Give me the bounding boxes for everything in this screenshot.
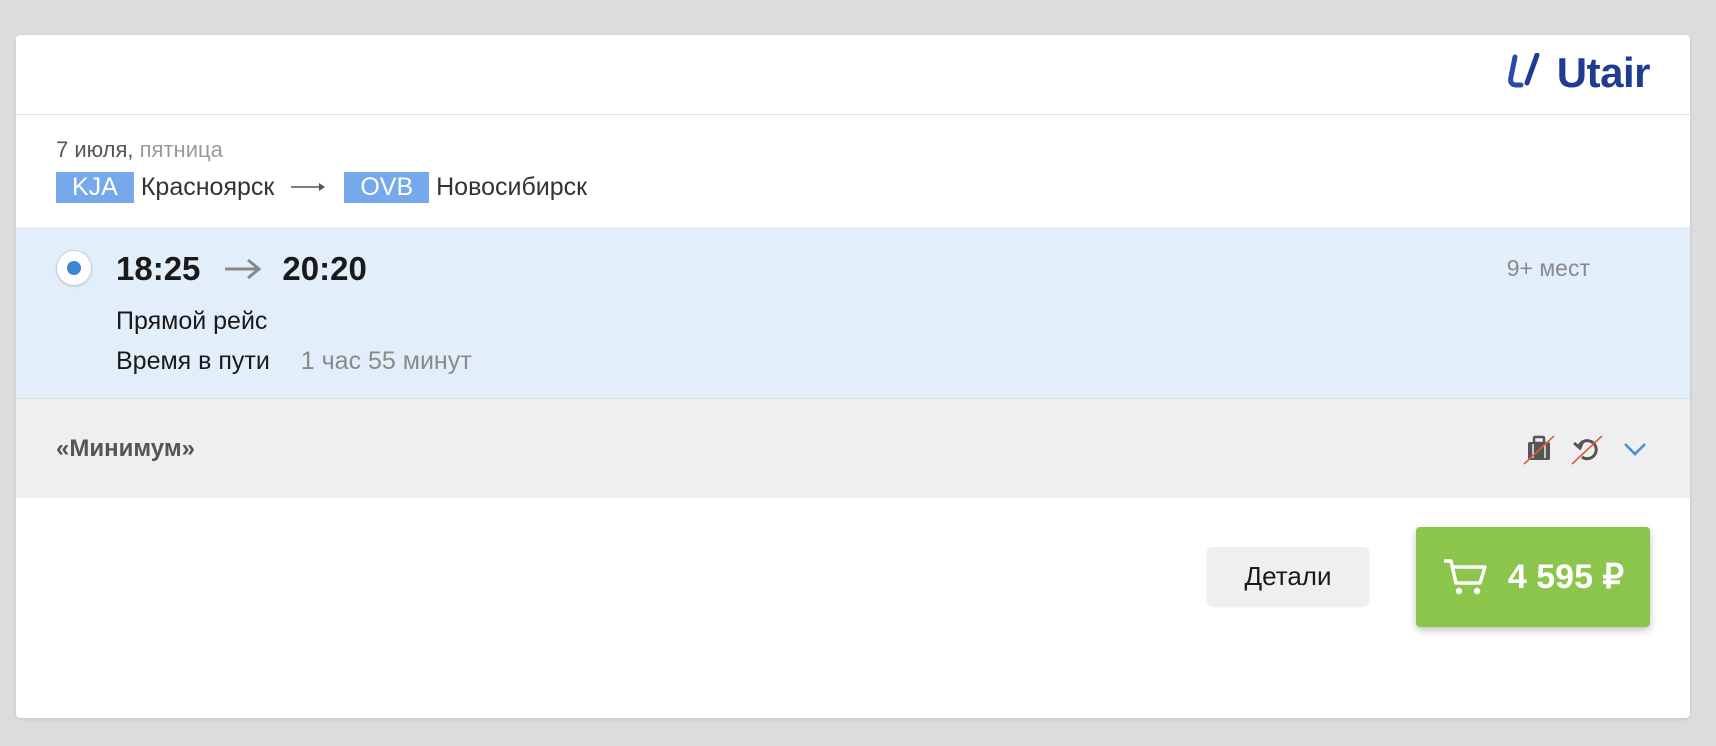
flight-type: Прямой рейс [116,307,268,335]
details-button[interactable]: Детали [1207,547,1369,606]
destination-city: Новосибирск [436,172,588,201]
arrival-time: 20:20 [282,250,367,287]
flight-duration: Время в пути 1 час 55 минут [116,347,472,376]
destination-code-badge: OVB [344,171,430,203]
route-arrow-icon [291,181,327,193]
tariff-icons [1522,431,1652,467]
time-arrow-icon [224,257,262,281]
refund-not-available-icon [1570,431,1604,467]
route-line: KJA Красноярск OVB Новосибирск [56,171,1690,203]
departure-time: 18:25 [116,250,201,287]
flight-select-radio[interactable] [56,250,92,286]
flight-card: Utair 7 июля, пятница KJA Красноярск OVB… [16,35,1690,718]
utair-mark-icon [1507,52,1543,94]
origin-city: Красноярск [140,172,275,201]
weekday: пятница [139,137,223,162]
cart-icon [1442,556,1488,599]
duration-value: 1 час 55 минут [300,347,472,375]
airline-logo: Utair [1507,49,1651,97]
chevron-down-icon[interactable] [1618,431,1652,467]
seats-available: 9+ мест [1506,255,1590,281]
date-value: 7 июля, [56,137,134,162]
tariff-name: «Минимум» [56,435,195,462]
baggage-not-included-icon [1522,431,1556,467]
radio-selected-dot [67,261,81,275]
card-header: Utair [16,35,1690,115]
card-footer: Детали 4 595 ₽ [16,498,1690,718]
flight-option-row[interactable]: 18:25 20:20 9+ мест Прямой рейс Время в … [16,227,1690,398]
tariff-row[interactable]: «Минимум» [16,398,1690,498]
duration-label: Время в пути [116,347,270,375]
buy-button[interactable]: 4 595 ₽ [1416,527,1650,627]
ticket-price: 4 595 ₽ [1507,558,1625,596]
route-info: 7 июля, пятница KJA Красноярск OVB Новос… [16,115,1690,227]
flight-times: 18:25 20:20 [116,250,367,288]
logo-text: Utair [1556,49,1651,96]
origin-code-badge: KJA [56,171,134,203]
flight-date: 7 июля, пятница [56,136,1690,164]
